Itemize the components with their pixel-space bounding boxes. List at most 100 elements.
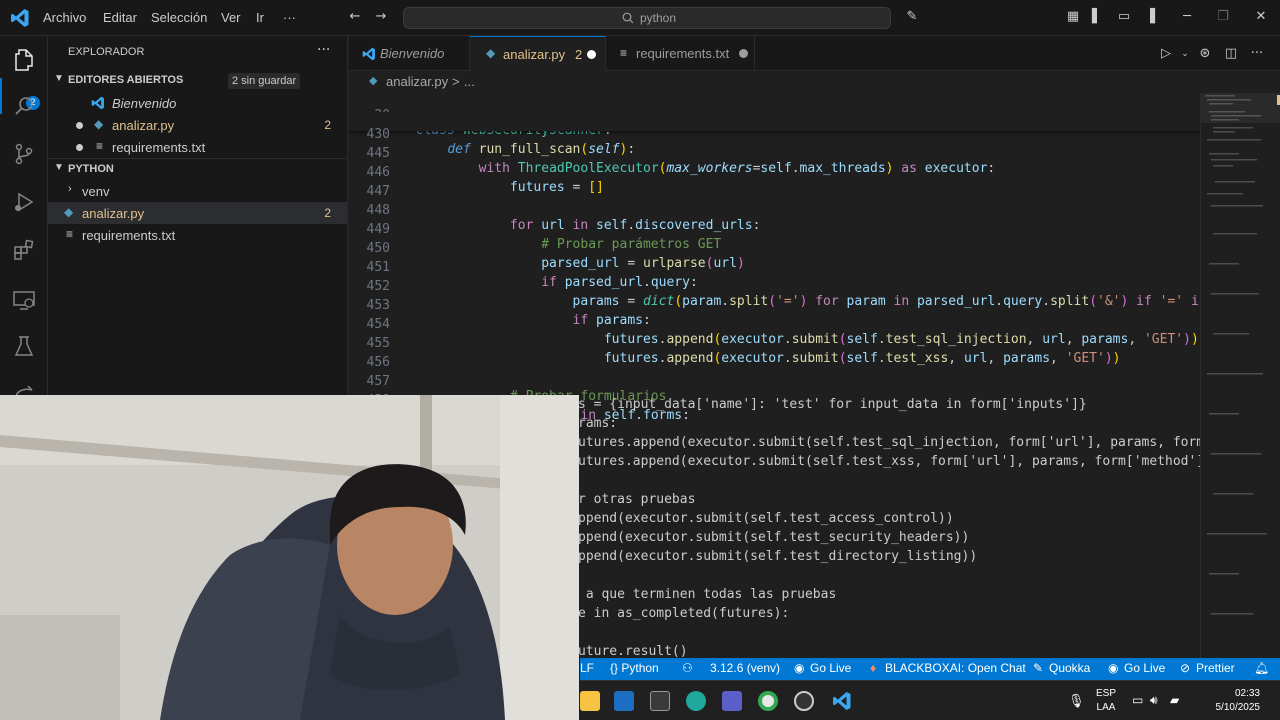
more-actions-icon[interactable]: ··· <box>317 42 330 58</box>
open-editor-analizar[interactable]: ◆ analizar.py 2 <box>48 114 347 136</box>
chevron-down-icon[interactable]: ⌄ <box>1178 47 1192 61</box>
toggle-panel-icon[interactable]: ▭ <box>1117 10 1131 24</box>
split-editor-icon[interactable]: ◫ <box>1224 47 1238 61</box>
github-icon[interactable] <box>794 691 814 711</box>
notifications-icon[interactable]: 🔔︎ <box>1254 661 1269 675</box>
status-prettier[interactable]: Prettier <box>1196 661 1235 675</box>
problem-count: 2 <box>324 118 331 132</box>
code-line-partial: ppend(executor.submit(self.test_director… <box>578 549 978 564</box>
toggle-secondary-sidebar-icon[interactable]: ▐ <box>1143 10 1157 24</box>
input-language[interactable]: ESP <box>1094 688 1118 699</box>
text-file-icon: ≡ <box>96 139 104 153</box>
python-file-icon: ◆ <box>94 117 104 131</box>
status-blackbox[interactable]: BLACKBOXAI: Open Chat <box>885 661 1026 675</box>
run-debug-icon[interactable] <box>12 190 36 214</box>
status-language[interactable]: {} Python <box>610 661 659 675</box>
tree-item-label: requirements.txt <box>82 228 176 243</box>
search-icon[interactable] <box>12 94 36 118</box>
search-icon <box>622 12 634 24</box>
unsaved-dot-icon[interactable] <box>587 50 596 59</box>
customize-layout-icon[interactable]: ▦ <box>1066 10 1080 24</box>
store-icon[interactable] <box>614 691 634 711</box>
testing-icon[interactable] <box>12 335 36 359</box>
menu-ver[interactable]: Ver <box>221 10 241 25</box>
copilot-app-icon[interactable] <box>686 691 706 711</box>
status-interpreter[interactable]: 3.12.6 (venv) <box>710 661 780 675</box>
open-editor-requirements[interactable]: ≡ requirements.txt <box>48 136 347 158</box>
extensions-icon[interactable] <box>12 238 36 262</box>
breadcrumb-separator: > <box>452 74 460 89</box>
app-icon[interactable] <box>650 691 670 711</box>
code-line-partial: uture.result() <box>578 644 688 658</box>
breadcrumb-more[interactable]: ... <box>464 74 475 89</box>
code-line: 451 if parsed_url.query: <box>366 260 698 290</box>
chevron-down-icon: ▼ <box>54 162 64 173</box>
text-file-icon: ≡ <box>620 46 628 60</box>
code-line: 449 # Probar parámetros GET <box>366 222 722 252</box>
menu-seleccion[interactable]: Selección <box>151 10 207 25</box>
folder-header[interactable]: ▼ PYTHON <box>48 158 347 180</box>
minimap-preview <box>1201 93 1280 615</box>
maximize-icon[interactable]: ❐ <box>1216 10 1230 24</box>
tree-item-analizar[interactable]: ◆ analizar.py 2 <box>48 202 347 224</box>
tab-label: Bienvenido <box>380 46 445 61</box>
minimize-icon[interactable]: ─ <box>1180 10 1194 24</box>
webcam-person-image <box>0 395 579 720</box>
tab-bienvenido[interactable]: Bienvenido <box>349 36 470 71</box>
tree-item-requirements[interactable]: ≡ requirements.txt <box>48 224 347 246</box>
open-editor-bienvenido[interactable]: Bienvenido <box>48 92 347 114</box>
copilot-icon[interactable]: ✎ <box>905 10 919 24</box>
menu-archivo[interactable]: Archivo <box>43 10 86 25</box>
open-editors-header[interactable]: ▼ EDITORES ABIERTOS 2 sin guardar <box>48 70 347 92</box>
breadcrumb-file[interactable]: analizar.py <box>386 74 448 89</box>
microphone-icon[interactable]: 🎙︎ <box>1068 693 1085 709</box>
chrome-icon[interactable] <box>758 691 778 711</box>
code-line: 447 <box>366 184 390 199</box>
explorer-icon[interactable] <box>12 48 36 72</box>
vscode-file-icon <box>91 96 104 110</box>
battery-icon[interactable]: ▰ <box>1170 693 1179 707</box>
problem-count: 2 <box>324 206 331 220</box>
close-icon[interactable]: ✕ <box>1254 10 1268 24</box>
code-line-partial: r otras pruebas <box>578 492 696 507</box>
status-quokka[interactable]: Quokka <box>1049 661 1090 675</box>
vscode-taskbar-icon[interactable] <box>832 691 852 711</box>
clock-date[interactable]: 5/10/2025 <box>1190 702 1261 713</box>
unsaved-dot-icon <box>76 144 83 151</box>
unsaved-dot-icon[interactable] <box>739 49 748 58</box>
minimap[interactable] <box>1200 93 1280 658</box>
network-icon[interactable]: ▭ <box>1132 693 1143 707</box>
text-file-icon: ≡ <box>66 227 74 241</box>
teams-icon[interactable] <box>722 691 742 711</box>
tab-requirements[interactable]: ≡ requirements.txt <box>606 36 755 71</box>
tree-item-venv[interactable]: › venv <box>48 180 347 202</box>
input-region: LAA <box>1096 702 1116 713</box>
back-arrow-icon[interactable]: ← <box>348 10 362 24</box>
menu-editar[interactable]: Editar <box>103 10 137 25</box>
python-file-icon: ◆ <box>486 46 496 60</box>
code-line: 20 class WebSecurityScanner: <box>349 93 1200 138</box>
command-center-search[interactable]: python <box>403 7 891 29</box>
clock-time[interactable]: 02:33 <box>1190 688 1260 699</box>
breadcrumb: ◆ analizar.py > ... <box>349 71 1280 93</box>
active-indicator <box>0 78 2 114</box>
more-actions-icon[interactable]: ··· <box>1250 47 1264 61</box>
code-line: 454 futures.append(executor.submit(self.… <box>366 317 1199 347</box>
toggle-sidebar-icon[interactable]: ▌ <box>1090 10 1104 24</box>
code-line: 455 futures.append(executor.submit(self.… <box>366 336 1121 366</box>
tab-analizar[interactable]: ◆ analizar.py 2 <box>470 36 606 71</box>
volume-icon[interactable]: 🔊︎ <box>1150 693 1158 708</box>
copilot-chat-icon[interactable]: ⊛ <box>1198 47 1212 61</box>
open-editors-label: EDITORES ABIERTOS <box>68 74 184 86</box>
source-control-icon[interactable] <box>12 142 36 166</box>
run-icon[interactable]: ▷ <box>1159 47 1173 61</box>
menu-ir[interactable]: Ir <box>256 10 264 25</box>
file-explorer-icon[interactable] <box>580 691 600 711</box>
remote-explorer-icon[interactable] <box>12 288 36 312</box>
status-go-live-1[interactable]: Go Live <box>810 661 851 675</box>
menu-more[interactable]: ··· <box>283 10 296 25</box>
forward-arrow-icon[interactable]: → <box>374 10 388 24</box>
status-eol[interactable]: LF <box>580 661 594 675</box>
windows-taskbar: 🎙︎ ESP LAA ▭ 🔊︎ ▰ 02:33 5/10/2025 <box>580 680 1280 720</box>
status-go-live-2[interactable]: Go Live <box>1124 661 1165 675</box>
